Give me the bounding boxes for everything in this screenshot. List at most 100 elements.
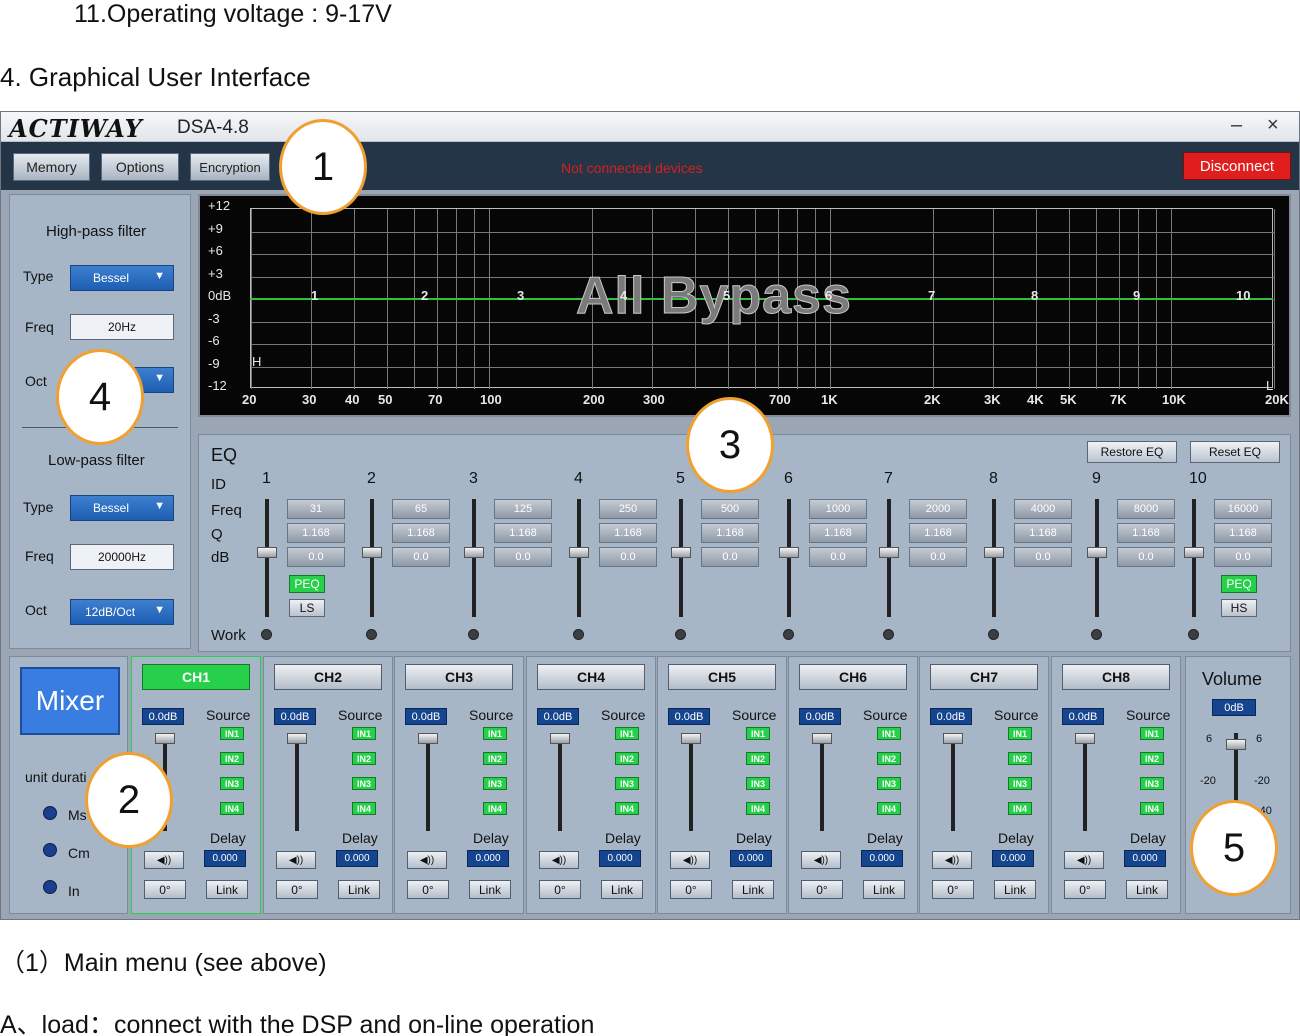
source-in1-button[interactable]: IN1 xyxy=(352,727,376,740)
channel-fader-thumb[interactable] xyxy=(943,733,963,744)
radio-cm[interactable] xyxy=(43,843,57,857)
band-db-8[interactable]: 0.0 xyxy=(1014,547,1072,567)
link-button[interactable]: Link xyxy=(994,880,1036,899)
phase-button[interactable]: 0° xyxy=(1064,880,1106,899)
lp-type-select[interactable]: Bessel ▼ xyxy=(70,495,174,521)
band-slider-thumb[interactable] xyxy=(984,547,1004,558)
source-in2-button[interactable]: IN2 xyxy=(1008,752,1032,765)
lp-freq-input[interactable]: 20000Hz xyxy=(70,544,174,570)
source-in3-button[interactable]: IN3 xyxy=(1140,777,1164,790)
lp-oct-select[interactable]: 12dB/Oct ▼ xyxy=(70,599,174,625)
band-work-indicator[interactable] xyxy=(261,629,272,640)
source-in2-button[interactable]: IN2 xyxy=(877,752,901,765)
hp-type-select[interactable]: Bessel ▼ xyxy=(70,265,174,291)
band-freq-8[interactable]: 4000 xyxy=(1014,499,1072,519)
source-in2-button[interactable]: IN2 xyxy=(352,752,376,765)
band-db-9[interactable]: 0.0 xyxy=(1117,547,1175,567)
speaker-mute-icon[interactable]: ◀)) xyxy=(932,851,972,869)
link-button[interactable]: Link xyxy=(863,880,905,899)
source-in4-button[interactable]: IN4 xyxy=(1140,802,1164,815)
band-freq-5[interactable]: 500 xyxy=(701,499,759,519)
source-in2-button[interactable]: IN2 xyxy=(220,752,244,765)
hp-freq-input[interactable]: 20Hz xyxy=(70,314,174,340)
source-in2-button[interactable]: IN2 xyxy=(615,752,639,765)
source-in3-button[interactable]: IN3 xyxy=(1008,777,1032,790)
source-in3-button[interactable]: IN3 xyxy=(220,777,244,790)
speaker-mute-icon[interactable]: ◀)) xyxy=(670,851,710,869)
band1-peq-button[interactable]: PEQ xyxy=(289,575,325,593)
source-in3-button[interactable]: IN3 xyxy=(615,777,639,790)
phase-button[interactable]: 0° xyxy=(276,880,318,899)
band-q-2[interactable]: 1.168 xyxy=(392,523,450,543)
source-in3-button[interactable]: IN3 xyxy=(483,777,507,790)
band-work-indicator[interactable] xyxy=(468,629,479,640)
channel-button-8[interactable]: CH8 xyxy=(1062,664,1170,690)
band10-hs-button[interactable]: HS xyxy=(1221,599,1257,617)
radio-ms[interactable] xyxy=(43,806,57,820)
delay-value[interactable]: 0.000 xyxy=(861,850,903,867)
band-q-6[interactable]: 1.168 xyxy=(809,523,867,543)
band-work-indicator[interactable] xyxy=(675,629,686,640)
source-in1-button[interactable]: IN1 xyxy=(877,727,901,740)
link-button[interactable]: Link xyxy=(1126,880,1168,899)
band-db-5[interactable]: 0.0 xyxy=(701,547,759,567)
speaker-mute-icon[interactable]: ◀)) xyxy=(539,851,579,869)
delay-value[interactable]: 0.000 xyxy=(1124,850,1166,867)
speaker-mute-icon[interactable]: ◀)) xyxy=(144,851,184,869)
source-in1-button[interactable]: IN1 xyxy=(1008,727,1032,740)
band-slider-thumb[interactable] xyxy=(1184,547,1204,558)
speaker-mute-icon[interactable]: ◀)) xyxy=(1064,851,1104,869)
source-in3-button[interactable]: IN3 xyxy=(746,777,770,790)
band-slider-thumb[interactable] xyxy=(1087,547,1107,558)
source-in4-button[interactable]: IN4 xyxy=(220,802,244,815)
source-in4-button[interactable]: IN4 xyxy=(483,802,507,815)
band-work-indicator[interactable] xyxy=(1188,629,1199,640)
source-in4-button[interactable]: IN4 xyxy=(1008,802,1032,815)
source-in1-button[interactable]: IN1 xyxy=(483,727,507,740)
delay-value[interactable]: 0.000 xyxy=(730,850,772,867)
speaker-mute-icon[interactable]: ◀)) xyxy=(407,851,447,869)
band-freq-1[interactable]: 31 xyxy=(287,499,345,519)
encryption-button[interactable]: Encryption xyxy=(190,153,270,181)
band-db-7[interactable]: 0.0 xyxy=(909,547,967,567)
band-slider-thumb[interactable] xyxy=(257,547,277,558)
phase-button[interactable]: 0° xyxy=(407,880,449,899)
source-in2-button[interactable]: IN2 xyxy=(483,752,507,765)
link-button[interactable]: Link xyxy=(469,880,511,899)
channel-fader-thumb[interactable] xyxy=(1075,733,1095,744)
delay-value[interactable]: 0.000 xyxy=(599,850,641,867)
band-db-2[interactable]: 0.0 xyxy=(392,547,450,567)
radio-in[interactable] xyxy=(43,880,57,894)
link-button[interactable]: Link xyxy=(601,880,643,899)
band-freq-3[interactable]: 125 xyxy=(494,499,552,519)
channel-fader-thumb[interactable] xyxy=(418,733,438,744)
band-slider-thumb[interactable] xyxy=(362,547,382,558)
source-in1-button[interactable]: IN1 xyxy=(220,727,244,740)
delay-value[interactable]: 0.000 xyxy=(467,850,509,867)
band-work-indicator[interactable] xyxy=(366,629,377,640)
volume-slider-thumb[interactable] xyxy=(1226,739,1246,750)
source-in4-button[interactable]: IN4 xyxy=(877,802,901,815)
disconnect-button[interactable]: Disconnect xyxy=(1183,152,1291,180)
band-work-indicator[interactable] xyxy=(573,629,584,640)
channel-button-2[interactable]: CH2 xyxy=(274,664,382,690)
band-slider-thumb[interactable] xyxy=(879,547,899,558)
phase-button[interactable]: 0° xyxy=(539,880,581,899)
source-in2-button[interactable]: IN2 xyxy=(746,752,770,765)
band-slider-thumb[interactable] xyxy=(569,547,589,558)
options-button[interactable]: Options xyxy=(101,153,179,181)
band-slider-thumb[interactable] xyxy=(779,547,799,558)
link-button[interactable]: Link xyxy=(338,880,380,899)
channel-button-5[interactable]: CH5 xyxy=(668,664,776,690)
phase-button[interactable]: 0° xyxy=(801,880,843,899)
channel-button-1[interactable]: CH1 xyxy=(142,664,250,690)
band-freq-2[interactable]: 65 xyxy=(392,499,450,519)
source-in1-button[interactable]: IN1 xyxy=(1140,727,1164,740)
channel-fader-thumb[interactable] xyxy=(155,733,175,744)
band-q-1[interactable]: 1.168 xyxy=(287,523,345,543)
delay-value[interactable]: 0.000 xyxy=(336,850,378,867)
source-in2-button[interactable]: IN2 xyxy=(1140,752,1164,765)
band-db-10[interactable]: 0.0 xyxy=(1214,547,1272,567)
link-button[interactable]: Link xyxy=(732,880,774,899)
memory-button[interactable]: Memory xyxy=(13,153,90,181)
